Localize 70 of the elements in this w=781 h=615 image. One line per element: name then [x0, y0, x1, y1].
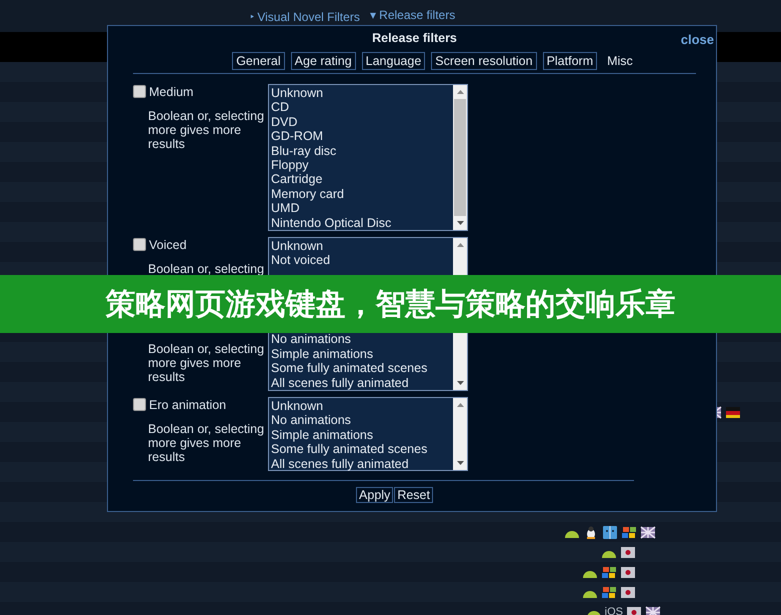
list-option[interactable]: All scenes fully animated: [271, 456, 451, 472]
list-option[interactable]: UMD: [271, 201, 451, 216]
list-option[interactable]: Unknown: [271, 399, 451, 414]
list-option[interactable]: Not voiced: [271, 253, 451, 268]
filter-tab[interactable]: Screen resolution: [431, 52, 537, 70]
list-option[interactable]: CD: [271, 100, 451, 115]
scrollbar[interactable]: [453, 398, 467, 470]
filter-label: Voiced: [149, 238, 187, 252]
windows-icon: [621, 526, 637, 538]
checkbox[interactable]: [133, 398, 146, 411]
list-option[interactable]: Some fully animated scenes: [271, 361, 451, 376]
list-option[interactable]: All scenes fully animated: [271, 376, 451, 390]
nav-link[interactable]: ‣ Visual Novel Filters: [250, 8, 360, 25]
scrollbar[interactable]: [453, 333, 467, 390]
list-option[interactable]: Blu-ray disc: [271, 144, 451, 158]
scroll-down-icon[interactable]: [456, 461, 464, 465]
filter-label: Ero animation: [149, 398, 226, 412]
list-option[interactable]: Simple animations: [271, 428, 451, 442]
form-button[interactable]: Apply: [356, 487, 394, 503]
filter-tab[interactable]: Language: [362, 52, 426, 70]
filter-description: Boolean or, selecting: [148, 262, 266, 276]
form-button[interactable]: Reset: [394, 487, 433, 503]
filter-tab[interactable]: Age rating: [290, 52, 356, 70]
list-option[interactable]: Some fully animated scenes: [271, 442, 451, 457]
list-option[interactable]: Nintendo Optical Disc: [271, 216, 451, 230]
list-option[interactable]: No animations: [271, 332, 451, 347]
face-icon: [602, 526, 618, 538]
scroll-down-icon[interactable]: [456, 381, 464, 385]
close-link[interactable]: close: [680, 32, 714, 47]
banner-text: 策略网页游戏键盘，智慧与策略的交响乐章: [106, 286, 676, 324]
filter-description: Boolean or, selecting more gives more results: [148, 109, 266, 151]
scroll-up-icon[interactable]: [456, 403, 464, 407]
list-option[interactable]: Unknown: [271, 86, 451, 100]
scroll-up-icon[interactable]: [456, 243, 464, 247]
filter-tab[interactable]: General: [232, 52, 285, 70]
dot-flag-icon: [620, 546, 636, 558]
dot-flag-icon: [620, 566, 636, 578]
option-listbox[interactable]: Unknown Not voiced: [268, 237, 468, 275]
list-option[interactable]: DVD: [271, 114, 451, 130]
filter-description: Boolean or, selecting more gives more results: [148, 422, 266, 464]
checkbox[interactable]: [133, 85, 146, 98]
tricolor-flag-icon: [725, 406, 741, 418]
scroll-up-icon[interactable]: [456, 90, 464, 94]
dot-flag-icon: [626, 606, 642, 615]
list-option[interactable]: No animations: [271, 413, 451, 428]
windows-icon: [601, 566, 617, 578]
list-option[interactable]: Floppy: [271, 158, 451, 172]
list-option[interactable]: Unknown: [271, 239, 451, 254]
striped-flag-icon: [645, 606, 661, 615]
scrollbar[interactable]: [453, 85, 467, 230]
filter-tab[interactable]: Platform: [542, 52, 598, 70]
list-option[interactable]: Cartridge: [271, 172, 451, 187]
dialog-title: Release filters: [372, 31, 457, 45]
list-option[interactable]: Simple animations: [271, 346, 451, 362]
option-listbox[interactable]: Unknown No animations Simple animations Some fully animated scenes All scenes fully animated: [268, 397, 468, 471]
scrollbar[interactable]: [453, 238, 467, 275]
windows-icon: [601, 586, 617, 598]
platform-label: iOS: [604, 606, 623, 615]
nav-link[interactable]: ▾ Release filters: [370, 8, 456, 22]
filter-tab[interactable]: Misc: [603, 52, 637, 70]
option-listbox[interactable]: Unknown CD DVD GD-ROM Blu-ray disc Floppy Cartridge Memory card UMD Nintendo Optical Disc: [268, 84, 468, 231]
list-option[interactable]: GD-ROM: [271, 129, 451, 144]
list-option[interactable]: Memory card: [271, 186, 451, 202]
checkbox[interactable]: [133, 238, 146, 251]
filter-label: Medium: [149, 84, 194, 98]
filter-description: Boolean or, selecting more gives more results: [148, 342, 266, 384]
striped-flag-icon: [640, 526, 656, 538]
dot-flag-icon: [620, 586, 636, 598]
option-listbox[interactable]: No animations Simple animations Some fully animated scenes All scenes fully animated: [268, 333, 468, 391]
scroll-down-icon[interactable]: [456, 221, 464, 225]
